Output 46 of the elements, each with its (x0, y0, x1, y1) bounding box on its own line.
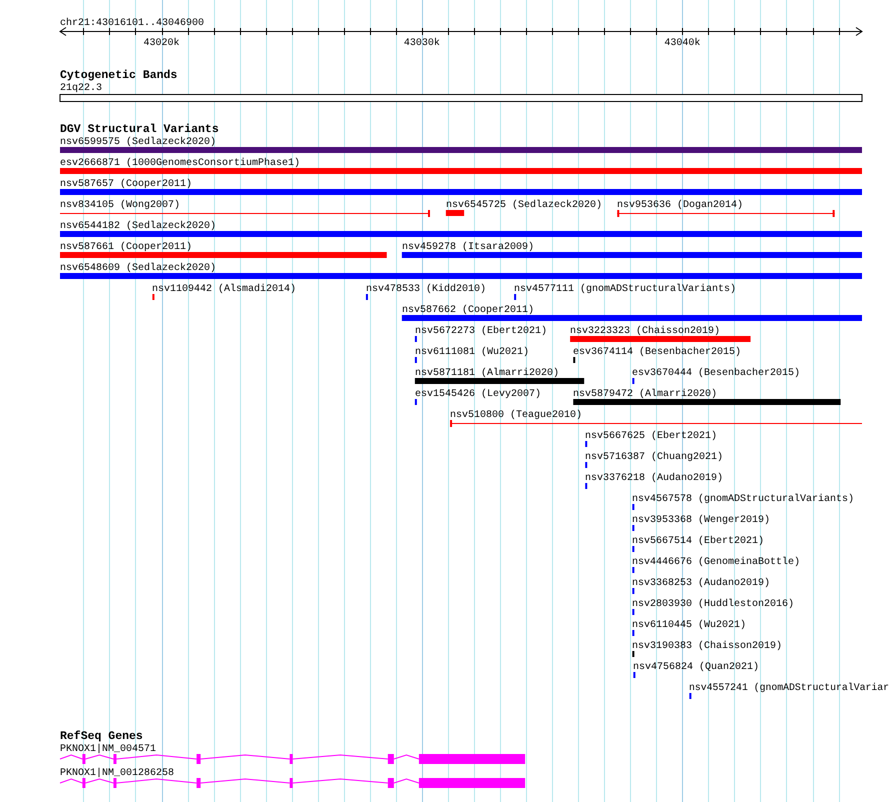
variant-label: nsv6110445 (Wu2021) (632, 620, 746, 631)
variant-label: nsv6548609 (Sedlazeck2020) (60, 263, 216, 274)
variant-label: nsv5667514 (Ebert2021) (632, 536, 764, 547)
gene-label: PKNOX1|NM_001286258 (60, 768, 174, 779)
variant-label: nsv4756824 (Quan2021) (633, 662, 760, 673)
variant-label: nsv834105 (Wong2007) (60, 200, 180, 211)
track-title: Cytogenetic Bands (60, 69, 178, 82)
variant-label: esv3674114 (Besenbacher2015) (573, 347, 742, 358)
variant-label: nsv4567578 (gnomADStructuralVariants) (632, 494, 854, 505)
axis-label: 43020k (144, 38, 180, 49)
variant-label: nsv953636 (Dogan2014) (617, 200, 744, 211)
variant-label: nsv3953368 (Wenger2019) (632, 515, 770, 526)
variant-label: nsv3368253 (Audano2019) (632, 578, 770, 589)
variant-label: nsv510800 (Teague2010) (450, 410, 582, 421)
variant-label: nsv5667625 (Ebert2021) (585, 431, 718, 442)
variant-label: nsv3376218 (Audano2019) (585, 473, 724, 484)
variant-label: esv3670444 (Besenbacher2015) (632, 368, 800, 379)
variant-label: nsv6545725 (Sedlazeck2020) (446, 200, 602, 211)
variant-label: nsv6544182 (Sedlazeck2020) (60, 221, 216, 232)
variant-label: nsv6111081 (Wu2021) (415, 347, 530, 358)
variant-label: nsv1109442 (Alsmadi2014) (152, 284, 296, 295)
variant-label: nsv6599575 (Sedlazeck2020) (60, 137, 216, 148)
variant-label: nsv2803930 (Huddleston2016) (632, 599, 794, 610)
track-title: RefSeq Genes (60, 730, 143, 743)
variant-label: nsv4446676 (GenomeinaBottle) (632, 557, 800, 568)
variant-label: nsv587657 (Cooper2011) (60, 179, 192, 190)
variant-label: nsv459278 (Itsara2009) (402, 242, 534, 253)
track-title: DGV Structural Variants (60, 123, 219, 136)
variant-label: nsv4557241 (gnomADStructuralVariar (689, 683, 890, 694)
variant-label: nsv478533 (Kidd2010) (366, 284, 486, 295)
variant-label: esv1545426 (Levy2007) (415, 389, 542, 400)
variant-label: nsv5672273 (Ebert2021) (415, 326, 548, 337)
variant-label: nsv4577111 (gnomADStructuralVariants) (514, 284, 736, 295)
variant-label: nsv587662 (Cooper2011) (402, 305, 534, 316)
variant-label: nsv5871181 (Almarri2020) (415, 368, 560, 379)
variant-label: esv2666871 (1000GenomesConsortiumPhase1) (60, 158, 300, 169)
gene-label: PKNOX1|NM_004571 (60, 744, 156, 755)
variant-label: nsv3223323 (Chaisson2019) (570, 326, 720, 337)
band-label: 21q22.3 (60, 83, 102, 94)
axis-label: 43040k (664, 38, 700, 49)
variant-label: nsv3190383 (Chaisson2019) (632, 641, 782, 652)
axis-label: 43030k (404, 38, 440, 49)
variant-label: nsv5716387 (Chuang2021) (585, 452, 724, 463)
variant-label: nsv587661 (Cooper2011) (60, 242, 192, 253)
location-label: chr21:43016101..43046900 (60, 18, 204, 29)
variant-label: nsv5879472 (Almarri2020) (573, 389, 718, 400)
